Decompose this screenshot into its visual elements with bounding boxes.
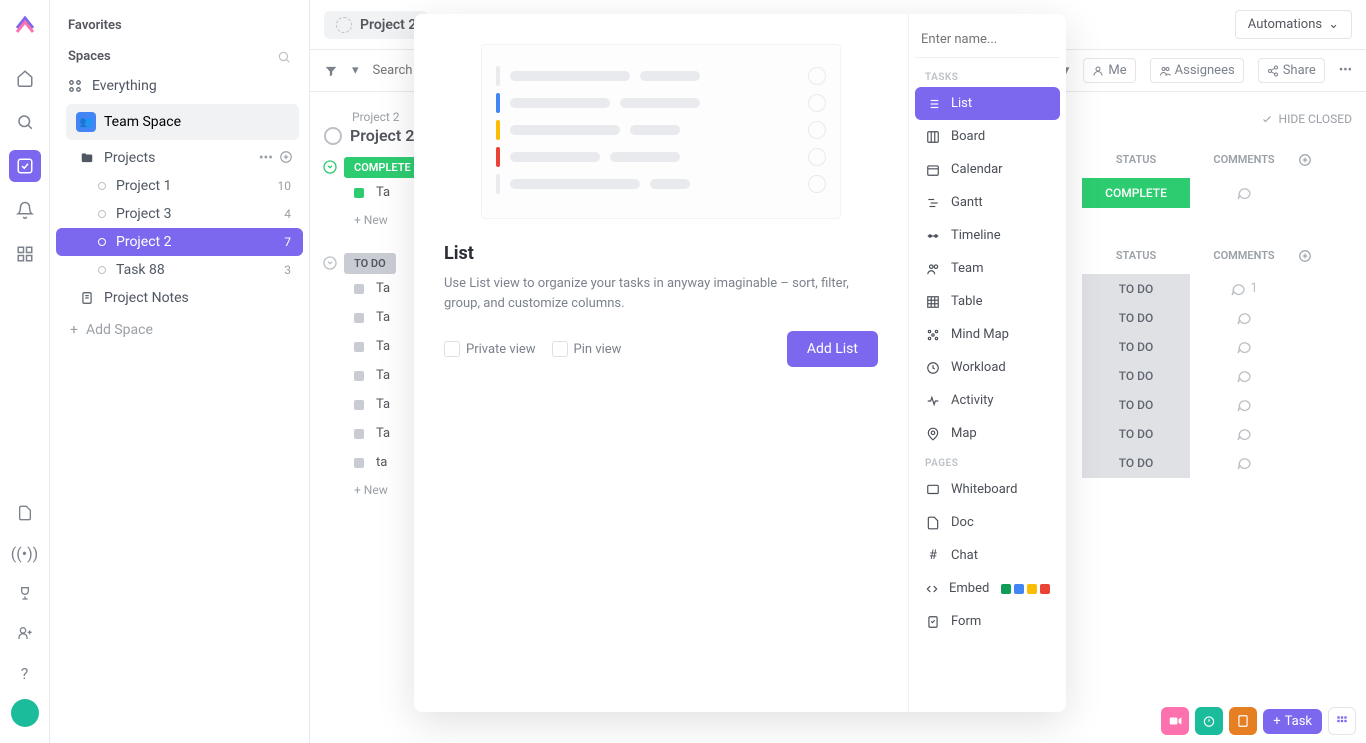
favorites-header[interactable]: Favorites (56, 10, 303, 41)
apps-icon[interactable] (9, 238, 41, 270)
folder-icon (78, 151, 96, 165)
pages-group-label: PAGES (915, 450, 1060, 473)
item-count: 3 (284, 263, 291, 277)
page-option-chat[interactable]: #Chat (915, 539, 1060, 572)
sidebar-item-label: Project 1 (116, 178, 171, 194)
view-name-input[interactable] (915, 24, 1060, 55)
embed-icon (925, 582, 939, 596)
item-count: 10 (278, 179, 292, 193)
board-icon (925, 130, 941, 144)
list-dot-icon (98, 238, 106, 246)
view-option-timeline[interactable]: Timeline (915, 219, 1060, 252)
add-space-button[interactable]: +Add Space (56, 312, 303, 348)
sidebar-item-label: Task 88 (116, 262, 165, 278)
view-option-calendar[interactable]: Calendar (915, 153, 1060, 186)
trophy-icon[interactable] (9, 577, 41, 609)
view-option-gantt[interactable]: Gantt (915, 186, 1060, 219)
folder-more-icon[interactable]: ••• (259, 150, 273, 166)
view-option-activity[interactable]: Activity (915, 384, 1060, 417)
workload-icon (925, 361, 941, 375)
view-option-list[interactable]: List (915, 87, 1060, 120)
map-icon (925, 427, 941, 441)
view-option-board[interactable]: Board (915, 120, 1060, 153)
notes-label: Project Notes (104, 290, 189, 306)
private-view-checkbox[interactable]: Private view (444, 341, 536, 357)
mind-map-icon (925, 328, 941, 342)
sidebar-item-project1[interactable]: Project 1 10 (56, 172, 303, 200)
notes-icon (78, 291, 96, 305)
view-option-table[interactable]: Table (915, 285, 1060, 318)
chat-icon: # (925, 548, 941, 563)
everything-icon (66, 79, 84, 93)
bell-icon[interactable] (9, 194, 41, 226)
page-option-whiteboard[interactable]: Whiteboard (915, 473, 1060, 506)
sidebar-item-task88[interactable]: Task 88 3 (56, 256, 303, 284)
app-logo (13, 12, 37, 36)
everything-item[interactable]: Everything (56, 72, 303, 100)
project-notes-item[interactable]: Project Notes (56, 284, 303, 312)
view-option-mind-map[interactable]: Mind Map (915, 318, 1060, 351)
folder-add-icon[interactable] (279, 150, 293, 166)
doc-icon (925, 516, 941, 530)
page-option-embed[interactable]: Embed (915, 572, 1060, 605)
projects-label: Projects (104, 150, 155, 166)
team-badge-icon: 👥 (76, 112, 96, 132)
home-icon[interactable] (9, 62, 41, 94)
add-space-label: Add Space (86, 322, 153, 338)
team-space-item[interactable]: 👥 Team Space (66, 104, 299, 140)
add-user-icon[interactable] (9, 617, 41, 649)
view-option-team[interactable]: Team (915, 252, 1060, 285)
team-icon (925, 262, 941, 276)
modal-title: List (444, 243, 878, 264)
record-icon[interactable]: ((•)) (9, 537, 41, 569)
avatar-icon[interactable] (9, 697, 41, 729)
tasks-group-label: TASKS (915, 64, 1060, 87)
help-icon[interactable]: ? (9, 657, 41, 689)
spaces-header[interactable]: Spaces (68, 49, 111, 64)
modal-description: Use List view to organize your tasks in … (444, 274, 878, 313)
page-option-doc[interactable]: Doc (915, 506, 1060, 539)
list-dot-icon (98, 182, 106, 190)
pin-view-checkbox[interactable]: Pin view (552, 341, 622, 357)
add-list-button[interactable]: Add List (787, 331, 878, 367)
sidebar-item-project2[interactable]: Project 2 7 (56, 228, 303, 256)
timeline-icon (925, 229, 941, 243)
activity-icon (925, 394, 941, 408)
gantt-icon (925, 196, 941, 210)
list-dot-icon (98, 210, 106, 218)
sidebar-item-label: Project 2 (116, 234, 171, 250)
calendar-icon (925, 163, 941, 177)
view-option-map[interactable]: Map (915, 417, 1060, 450)
everything-label: Everything (92, 78, 157, 94)
spaces-search-icon[interactable] (277, 50, 291, 64)
list-icon (925, 97, 941, 111)
projects-folder[interactable]: Projects ••• (56, 144, 303, 172)
search-icon[interactable] (9, 106, 41, 138)
view-option-workload[interactable]: Workload (915, 351, 1060, 384)
item-count: 4 (284, 207, 291, 221)
sidebar-item-project3[interactable]: Project 3 4 (56, 200, 303, 228)
form-icon (925, 615, 941, 629)
whiteboard-icon (925, 483, 941, 497)
checkbox-icon[interactable] (9, 150, 41, 182)
list-dot-icon (98, 266, 106, 274)
view-preview (481, 44, 841, 219)
page-option-form[interactable]: Form (915, 605, 1060, 638)
sidebar-item-label: Project 3 (116, 206, 171, 222)
team-space-label: Team Space (104, 114, 181, 130)
doc-icon[interactable] (9, 497, 41, 529)
table-icon (925, 295, 941, 309)
item-count: 7 (284, 235, 291, 249)
